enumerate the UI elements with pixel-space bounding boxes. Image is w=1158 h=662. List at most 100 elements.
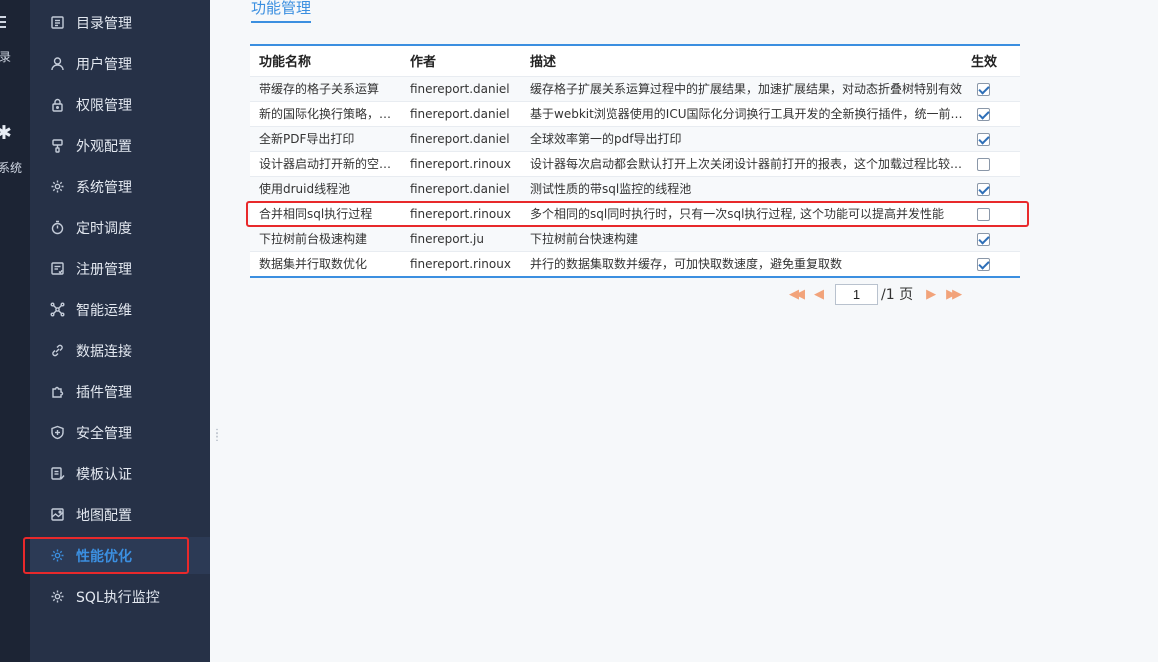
sidebar-item-label: 注册管理 bbox=[76, 261, 132, 278]
enabled-checkbox[interactable] bbox=[977, 157, 990, 171]
cell-enabled bbox=[971, 200, 1020, 226]
cell-enabled bbox=[971, 150, 1020, 176]
cell-enabled bbox=[971, 100, 1020, 126]
cell-description: 设计器每次启动都会默认打开上次关闭设计器前打开的报表，这个加载过程比较耗... bbox=[521, 150, 971, 176]
cell-description: 多个相同的sql同时执行时，只有一次sql执行过程, 这个功能可以提高并发性能 bbox=[521, 200, 971, 226]
sidebar-item-label: 安全管理 bbox=[76, 425, 132, 442]
next-page-icon[interactable]: ▶ bbox=[926, 287, 936, 302]
column-header-description: 描述 bbox=[521, 46, 971, 76]
cell-author: finereport.ju bbox=[401, 225, 521, 251]
prev-page-icon[interactable]: ◀ bbox=[814, 287, 824, 302]
table-row[interactable]: 下拉树前台极速构建 finereport.ju 下拉树前台快速构建 bbox=[250, 225, 1020, 251]
table-row[interactable]: 新的国际化换行策略，测... finereport.daniel 基于webkit浏… bbox=[250, 100, 1020, 126]
sidebar-item-15[interactable]: SQL执行监控 bbox=[30, 578, 210, 615]
table-row[interactable]: 数据集并行取数优化 finereport.rinoux 并行的数据集取数并缓存，可加… bbox=[250, 250, 1020, 276]
cell-enabled bbox=[971, 125, 1020, 151]
cell-enabled bbox=[971, 75, 1020, 101]
map-icon bbox=[49, 506, 66, 523]
gear-icon bbox=[49, 547, 66, 564]
first-page-icon[interactable]: ◀◀ bbox=[789, 287, 805, 302]
brush-icon bbox=[49, 137, 66, 154]
cell-description: 下拉树前台快速构建 bbox=[521, 225, 971, 251]
cell-enabled bbox=[971, 175, 1020, 201]
sidebar-item-label: 智能运维 bbox=[76, 302, 132, 319]
last-page-icon[interactable]: ▶▶ bbox=[946, 287, 962, 302]
menu-icon[interactable] bbox=[0, 16, 6, 31]
sidebar-item-label: 定时调度 bbox=[76, 220, 132, 237]
cell-author: finereport.rinoux bbox=[401, 150, 521, 176]
sidebar-item-11[interactable]: 安全管理 bbox=[30, 414, 210, 451]
enabled-checkbox[interactable] bbox=[977, 132, 990, 146]
sidebar-item-3[interactable]: 权限管理 bbox=[30, 86, 210, 123]
register-icon bbox=[49, 260, 66, 277]
cell-description: 并行的数据集取数并缓存，可加快取数速度，避免重复取数 bbox=[521, 250, 971, 276]
sidebar-item-6[interactable]: 定时调度 bbox=[30, 209, 210, 246]
user-icon bbox=[49, 55, 66, 72]
enabled-checkbox[interactable] bbox=[977, 182, 990, 196]
sidebar-item-label: 系统管理 bbox=[76, 179, 132, 196]
cell-name: 全新PDF导出打印 bbox=[250, 125, 401, 151]
table-row[interactable]: 设计器启动打开新的空报表 finereport.rinoux 设计器每次启动都会默认… bbox=[250, 150, 1020, 176]
sidebar-item-5[interactable]: 系统管理 bbox=[30, 168, 210, 205]
sidebar-item-4[interactable]: 外观配置 bbox=[30, 127, 210, 164]
cell-description: 基于webkit浏览器使用的ICU国际化分词换行工具开发的全新换行插件，统一前后… bbox=[521, 100, 971, 126]
sidebar-item-label: 数据连接 bbox=[76, 343, 132, 360]
sidebar-item-1[interactable]: 目录管理 bbox=[30, 4, 210, 41]
cell-author: finereport.rinoux bbox=[401, 250, 521, 276]
column-header-name: 功能名称 bbox=[250, 46, 401, 76]
cell-enabled bbox=[971, 250, 1020, 276]
template-icon bbox=[49, 465, 66, 482]
enabled-checkbox[interactable] bbox=[977, 82, 990, 96]
rail-label-system[interactable]: 系统 bbox=[0, 159, 22, 176]
column-header-author: 作者 bbox=[401, 46, 521, 76]
sidebar-item-label: 用户管理 bbox=[76, 56, 132, 73]
sidebar-item-label: 模板认证 bbox=[76, 466, 132, 483]
enabled-checkbox[interactable] bbox=[977, 257, 990, 271]
table-row[interactable]: 全新PDF导出打印 finereport.daniel 全球效率第一的pdf导出打印 bbox=[250, 125, 1020, 151]
cell-name: 新的国际化换行策略，测... bbox=[250, 100, 401, 126]
table-row[interactable]: 合并相同sql执行过程 finereport.rinoux 多个相同的sql同时执行… bbox=[250, 200, 1020, 226]
cell-author: finereport.daniel bbox=[401, 175, 521, 201]
gear-icon bbox=[49, 588, 66, 605]
cell-author: finereport.daniel bbox=[401, 75, 521, 101]
link-icon bbox=[49, 342, 66, 359]
app-rail: 录 ✱ 系统 bbox=[0, 0, 30, 662]
shield-icon bbox=[49, 424, 66, 441]
resize-handle[interactable]: ⋮ ⋮ bbox=[212, 429, 222, 446]
cell-name: 下拉树前台极速构建 bbox=[250, 225, 401, 251]
enabled-checkbox[interactable] bbox=[977, 207, 990, 221]
table-row[interactable]: 使用druid线程池 finereport.daniel 测试性质的带sql监控的线… bbox=[250, 175, 1020, 201]
rail-label-directory[interactable]: 录 bbox=[0, 48, 11, 65]
sidebar-item-14[interactable]: 性能优化 bbox=[30, 537, 210, 574]
sidebar-item-13[interactable]: 地图配置 bbox=[30, 496, 210, 533]
cell-description: 测试性质的带sql监控的线程池 bbox=[521, 175, 971, 201]
cell-description: 全球效率第一的pdf导出打印 bbox=[521, 125, 971, 151]
sidebar-item-label: 地图配置 bbox=[76, 507, 132, 524]
sidebar-item-2[interactable]: 用户管理 bbox=[30, 45, 210, 82]
table-row[interactable]: 带缓存的格子关系运算 finereport.daniel 缓存格子扩展关系运算过程中… bbox=[250, 75, 1020, 101]
page-title: 功能管理 bbox=[251, 0, 312, 23]
cell-enabled bbox=[971, 225, 1020, 251]
enabled-checkbox[interactable] bbox=[977, 232, 990, 246]
sidebar: 目录管理用户管理权限管理外观配置系统管理定时调度注册管理智能运维数据连接插件管理… bbox=[30, 0, 210, 662]
sidebar-item-10[interactable]: 插件管理 bbox=[30, 373, 210, 410]
sidebar-item-7[interactable]: 注册管理 bbox=[30, 250, 210, 287]
cell-name: 使用druid线程池 bbox=[250, 175, 401, 201]
page-total: /1 页 bbox=[881, 287, 914, 303]
gear-icon bbox=[49, 178, 66, 195]
sidebar-item-label: 外观配置 bbox=[76, 138, 132, 155]
sidebar-item-12[interactable]: 模板认证 bbox=[30, 455, 210, 492]
pagination: ◀◀ ◀ /1 页 ▶ ▶▶ bbox=[789, 283, 962, 305]
gear-icon[interactable]: ✱ bbox=[0, 122, 12, 144]
cell-name: 合并相同sql执行过程 bbox=[250, 200, 401, 226]
cell-author: finereport.daniel bbox=[401, 125, 521, 151]
column-header-enabled: 生效 bbox=[971, 46, 1020, 76]
enabled-checkbox[interactable] bbox=[977, 107, 990, 121]
sidebar-item-9[interactable]: 数据连接 bbox=[30, 332, 210, 369]
cell-name: 设计器启动打开新的空报表 bbox=[250, 150, 401, 176]
table-header-row: 功能名称 作者 描述 生效 bbox=[250, 46, 1020, 76]
sidebar-item-8[interactable]: 智能运维 bbox=[30, 291, 210, 328]
cell-author: finereport.rinoux bbox=[401, 200, 521, 226]
lock-icon bbox=[49, 96, 66, 113]
page-number-input[interactable] bbox=[835, 283, 878, 305]
